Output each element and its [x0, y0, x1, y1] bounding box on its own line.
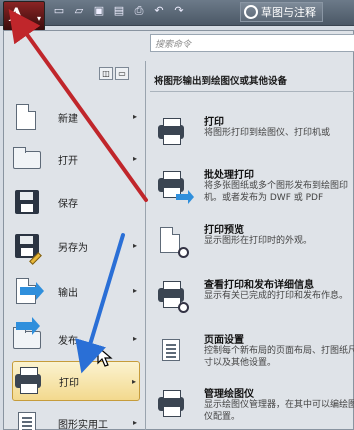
chevron-right-icon: ▸	[132, 112, 137, 121]
plotter-manager-icon	[156, 389, 186, 419]
workspace-label: 草图与注释	[261, 6, 316, 19]
menu-item-save-as[interactable]: 另存为 ▸	[12, 226, 140, 266]
menu-item-print[interactable]: 打印 ▸	[12, 361, 140, 401]
menu-item-label: 输出	[58, 287, 78, 299]
menu-item-label: 新建	[58, 113, 78, 125]
application-menu-button[interactable]: A ▾	[3, 1, 45, 31]
plot-preview-icon	[156, 225, 189, 258]
open-documents-icon[interactable]: ▭	[115, 67, 129, 80]
undo-icon[interactable]: ↶	[152, 4, 166, 18]
menu-item-save[interactable]: 保存	[12, 182, 140, 222]
page-setup-icon	[156, 335, 186, 365]
submenu-item-title: 批处理打印	[204, 170, 254, 181]
menu-item-label: 打开	[58, 155, 78, 167]
view-toggle: ◫ ▭	[99, 67, 129, 80]
menu-item-label: 发布	[58, 335, 78, 347]
open-folder-icon	[12, 144, 42, 174]
chevron-right-icon: ▸	[132, 286, 137, 295]
submenu-item-title: 打印	[204, 117, 224, 128]
open-icon[interactable]: ▱	[72, 4, 86, 18]
submenu-item-page-setup[interactable]: 页面设置 控制每个新布局的页面布局、打图纸尺寸以及其他设置。	[152, 329, 354, 379]
header-rule	[150, 91, 354, 92]
submenu-item-plot[interactable]: 打印 将图形打印到绘图仪、打印机或	[152, 111, 354, 161]
mouse-cursor-icon	[97, 346, 113, 367]
menu-item-label: 另存为	[58, 242, 88, 254]
plot-details-icon	[156, 280, 189, 313]
batch-plot-icon	[156, 170, 194, 204]
save-icon[interactable]: ▣	[92, 4, 106, 18]
export-icon	[12, 276, 44, 306]
quick-access-toolbar: ▭ ▱ ▣ ▤ ⎙ ↶ ↷	[52, 4, 186, 18]
autocad-logo-icon: A	[9, 4, 24, 26]
menu-item-new[interactable]: 新建 ▸	[12, 97, 140, 137]
submenu-item-title: 管理绘图仪	[204, 389, 254, 400]
search-input[interactable]: 搜索命令	[150, 34, 354, 52]
menu-divider	[145, 61, 146, 430]
submenu-item-desc: 将多张图纸或多个图形发布到绘图印机。或者发布为 DWF 或 PDF	[204, 181, 349, 203]
drawing-utilities-icon	[12, 408, 42, 430]
new-icon[interactable]: ▭	[52, 4, 66, 18]
chevron-right-icon: ▸	[132, 334, 137, 343]
workspace-switcher[interactable]: 草图与注释	[240, 2, 323, 22]
chevron-down-icon: ▾	[36, 14, 41, 23]
redo-icon[interactable]: ↷	[172, 4, 186, 18]
menu-item-publish[interactable]: 发布 ▸	[12, 317, 140, 359]
chevron-right-icon: ▸	[132, 418, 137, 427]
chevron-right-icon: ▸	[132, 154, 137, 163]
gear-icon	[244, 5, 258, 19]
submenu-item-batch-plot[interactable]: 批处理打印 将多张图纸或多个图形发布到绘图印机。或者发布为 DWF 或 PDF	[152, 164, 354, 214]
new-document-icon	[12, 102, 42, 132]
submenu-item-plotter-manager[interactable]: 管理绘图仪 显示绘图仪管理器，在其中可以编绘图仪配置。	[152, 383, 354, 430]
submenu-item-desc: 显示绘图仪管理器，在其中可以编绘图仪配置。	[204, 400, 354, 422]
menu-item-drawing-utilities[interactable]: 图形实用工 ▸	[12, 403, 140, 430]
menu-item-open[interactable]: 打开 ▸	[12, 139, 140, 179]
save-as-icon	[12, 231, 42, 265]
submenu-item-title: 页面设置	[204, 335, 244, 346]
publish-icon	[12, 317, 42, 354]
printer-icon	[156, 117, 186, 147]
recent-documents-icon[interactable]: ◫	[99, 67, 113, 80]
chevron-right-icon: ▸	[131, 377, 136, 386]
submenu-item-plot-preview[interactable]: 打印预览 显示图形在打印时的外观。	[152, 219, 354, 269]
submenu-item-title: 打印预览	[204, 225, 244, 236]
submenu-item-desc: 控制每个新布局的页面布局、打图纸尺寸以及其他设置。	[204, 346, 354, 368]
chevron-right-icon: ▸	[132, 241, 137, 250]
submenu-item-plot-details[interactable]: 查看打印和发布详细信息 显示有关已完成的打印和发布作息。	[152, 274, 354, 324]
saveas-icon[interactable]: ▤	[112, 4, 126, 18]
submenu-item-desc: 将图形打印到绘图仪、打印机或	[204, 128, 331, 138]
print-icon	[13, 366, 43, 396]
save-icon	[12, 187, 42, 217]
menu-item-label: 保存	[58, 198, 78, 210]
menu-item-export[interactable]: 输出 ▸	[12, 271, 140, 311]
submenu-item-desc: 显示图形在打印时的外观。	[204, 236, 313, 246]
title-bar: A ▾ ▭ ▱ ▣ ▤ ⎙ ↶ ↷ 草图与注释	[0, 0, 354, 31]
application-menu: 搜索命令 ◫ ▭ 新建 ▸ 打开 ▸ 保存 另存为 ▸ 输出 ▸ 发布 ▸ 打印…	[3, 30, 354, 430]
menu-item-label: 打印	[59, 377, 79, 389]
print-icon[interactable]: ⎙	[132, 4, 146, 18]
menu-item-label: 图形实用工	[58, 419, 108, 430]
submenu-item-title: 查看打印和发布详细信息	[204, 280, 314, 291]
submenu-item-desc: 显示有关已完成的打印和发布作息。	[204, 291, 349, 301]
submenu-header: 将图形输出到绘图仪或其他设备	[154, 76, 288, 87]
